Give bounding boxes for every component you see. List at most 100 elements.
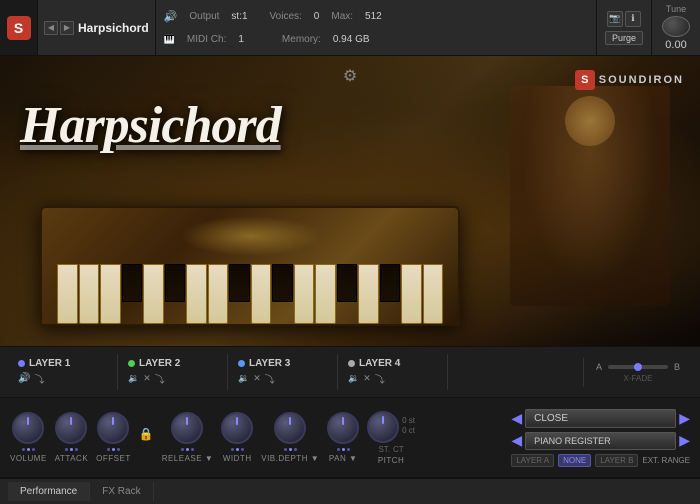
layer-3-volume-icon[interactable]: 🔉	[238, 373, 249, 384]
layer-b-btn[interactable]: LAYER B	[595, 454, 638, 467]
tab-fx-rack[interactable]: FX Rack	[90, 482, 153, 501]
kdot	[65, 448, 68, 451]
wkey	[79, 264, 100, 324]
kdot	[191, 448, 194, 451]
close-button[interactable]: CLOSE	[525, 409, 676, 428]
vibdepth-knob-group: VIB.DEPTH ▼	[261, 412, 319, 463]
nav-prev[interactable]: ◀	[44, 21, 58, 35]
xfade-label-text: X-FADE	[624, 374, 653, 383]
purge-button[interactable]: Purge	[605, 31, 643, 45]
stereo-labels: ST. CT	[378, 445, 403, 454]
midi-value: 1	[238, 34, 244, 45]
piano-next-icon[interactable]: ▶	[679, 432, 690, 449]
output-value: st:1	[231, 11, 247, 22]
kdot	[337, 448, 340, 451]
bkey	[380, 264, 401, 302]
wizard-head	[565, 96, 615, 146]
icon-row: 📷 ℹ	[607, 11, 641, 27]
wkey	[358, 264, 379, 324]
layer-4-volume-icon[interactable]: 🔉	[348, 373, 359, 384]
layer-4-name-row: LAYER 4	[348, 358, 437, 369]
wkey	[143, 264, 164, 324]
attack-knob[interactable]	[55, 412, 87, 444]
tune-knob[interactable]	[662, 16, 690, 37]
bkey	[229, 264, 250, 302]
vibdepth-dots	[284, 448, 297, 451]
layer-1-section: LAYER 1 🔊 ⤵	[8, 354, 118, 390]
bkey	[165, 264, 186, 302]
tab-performance[interactable]: Performance	[8, 482, 90, 501]
stereo-st: ST.	[378, 445, 390, 454]
layer-3-arrow-icon[interactable]: ⤵	[265, 371, 275, 386]
camera-icon[interactable]: 📷	[607, 11, 623, 27]
pitch-semitone: 0 st	[402, 416, 415, 425]
width-dots	[231, 448, 244, 451]
release-knob-group: RELEASE ▼	[162, 412, 214, 463]
xfade-section: A B X-FADE	[583, 358, 692, 387]
settings-icon[interactable]: ⚙	[343, 66, 357, 86]
release-knob[interactable]	[171, 412, 203, 444]
layer-2-volume-icon[interactable]: 🔉	[128, 373, 139, 384]
layer-3-x[interactable]: ✕	[253, 373, 261, 384]
keyboard-white-keys	[57, 264, 443, 324]
max-value: 512	[365, 11, 382, 22]
next-arrow-icon[interactable]: ▶	[679, 410, 690, 427]
layer-2-arrow-icon[interactable]: ⤵	[155, 371, 165, 386]
layer-1-name-row: LAYER 1	[18, 358, 107, 369]
layer-2-x[interactable]: ✕	[143, 373, 151, 384]
app-logo: S	[0, 0, 38, 55]
top-bar-right: 📷 ℹ Purge	[596, 0, 651, 55]
layer-1-arrow-icon[interactable]: ⤵	[34, 371, 44, 386]
stereo-ct: CT	[393, 445, 404, 454]
kdot	[284, 448, 287, 451]
main-instrument-title: Harpsichord	[20, 96, 281, 155]
pitch-display: 0 st 0 ct	[402, 416, 415, 435]
vibdepth-knob[interactable]	[274, 412, 306, 444]
attack-dots	[65, 448, 78, 451]
prev-arrow-icon[interactable]: ◀	[511, 410, 522, 427]
release-label: RELEASE ▼	[162, 454, 214, 463]
main-image: ⚙ S SOUNDIRON Harpsichord	[0, 56, 700, 346]
harpsichord-body	[40, 206, 460, 326]
lock-icon[interactable]: 🔒	[139, 427, 154, 441]
wkey	[186, 264, 207, 324]
none-btn[interactable]: NONE	[558, 454, 591, 467]
wkey	[315, 264, 336, 324]
pan-knob[interactable]	[327, 412, 359, 444]
volume-knob[interactable]	[12, 412, 44, 444]
kdot	[294, 448, 297, 451]
wkey	[251, 264, 272, 324]
layer-4-section: LAYER 4 🔉 ✕ ⤵	[338, 354, 448, 390]
layer-4-dot	[348, 360, 355, 367]
info-icon[interactable]: ℹ	[625, 11, 641, 27]
layer-4-arrow-icon[interactable]: ⤵	[375, 371, 385, 386]
pitch-knob[interactable]	[367, 411, 399, 443]
kdot-active	[236, 448, 239, 451]
lock-area: 🔒	[139, 427, 154, 449]
layer-1-volume-icon[interactable]: 🔊	[18, 373, 30, 384]
top-bar: S ◀ ▶ Harpsichord 🔊 Output st:1 Voices: …	[0, 0, 700, 56]
kdot	[107, 448, 110, 451]
bkey	[272, 264, 293, 302]
piano-prev-icon[interactable]: ◀	[511, 432, 522, 449]
xfade-slider[interactable]	[608, 365, 668, 369]
wkey	[423, 264, 444, 324]
memory-value: 0.94 GB	[333, 34, 370, 45]
piano-register-button[interactable]: PIANO REGISTER	[525, 432, 676, 450]
width-knob[interactable]	[221, 412, 253, 444]
voices-value: 0	[314, 11, 320, 22]
xfade-thumb	[634, 363, 642, 371]
volume-knob-group: VOLUME	[10, 412, 47, 463]
wizard-figure	[510, 86, 670, 306]
right-controls: ◀ CLOSE ▶ ◀ PIANO REGISTER ▶ LAYER A NON…	[511, 409, 690, 467]
layer-a-btn[interactable]: LAYER A	[511, 454, 554, 467]
pitch-knob-row: 0 st 0 ct	[367, 411, 415, 443]
layer-4-x[interactable]: ✕	[363, 373, 371, 384]
layer-2-controls: 🔉 ✕ ⤵	[128, 371, 217, 386]
offset-knob[interactable]	[97, 412, 129, 444]
layer-2-name-row: LAYER 2	[128, 358, 217, 369]
nav-next[interactable]: ▶	[60, 21, 74, 35]
ext-range-button[interactable]: EXT. RANGE	[642, 456, 690, 465]
close-row: ◀ CLOSE ▶	[511, 409, 690, 428]
wkey	[57, 264, 78, 324]
